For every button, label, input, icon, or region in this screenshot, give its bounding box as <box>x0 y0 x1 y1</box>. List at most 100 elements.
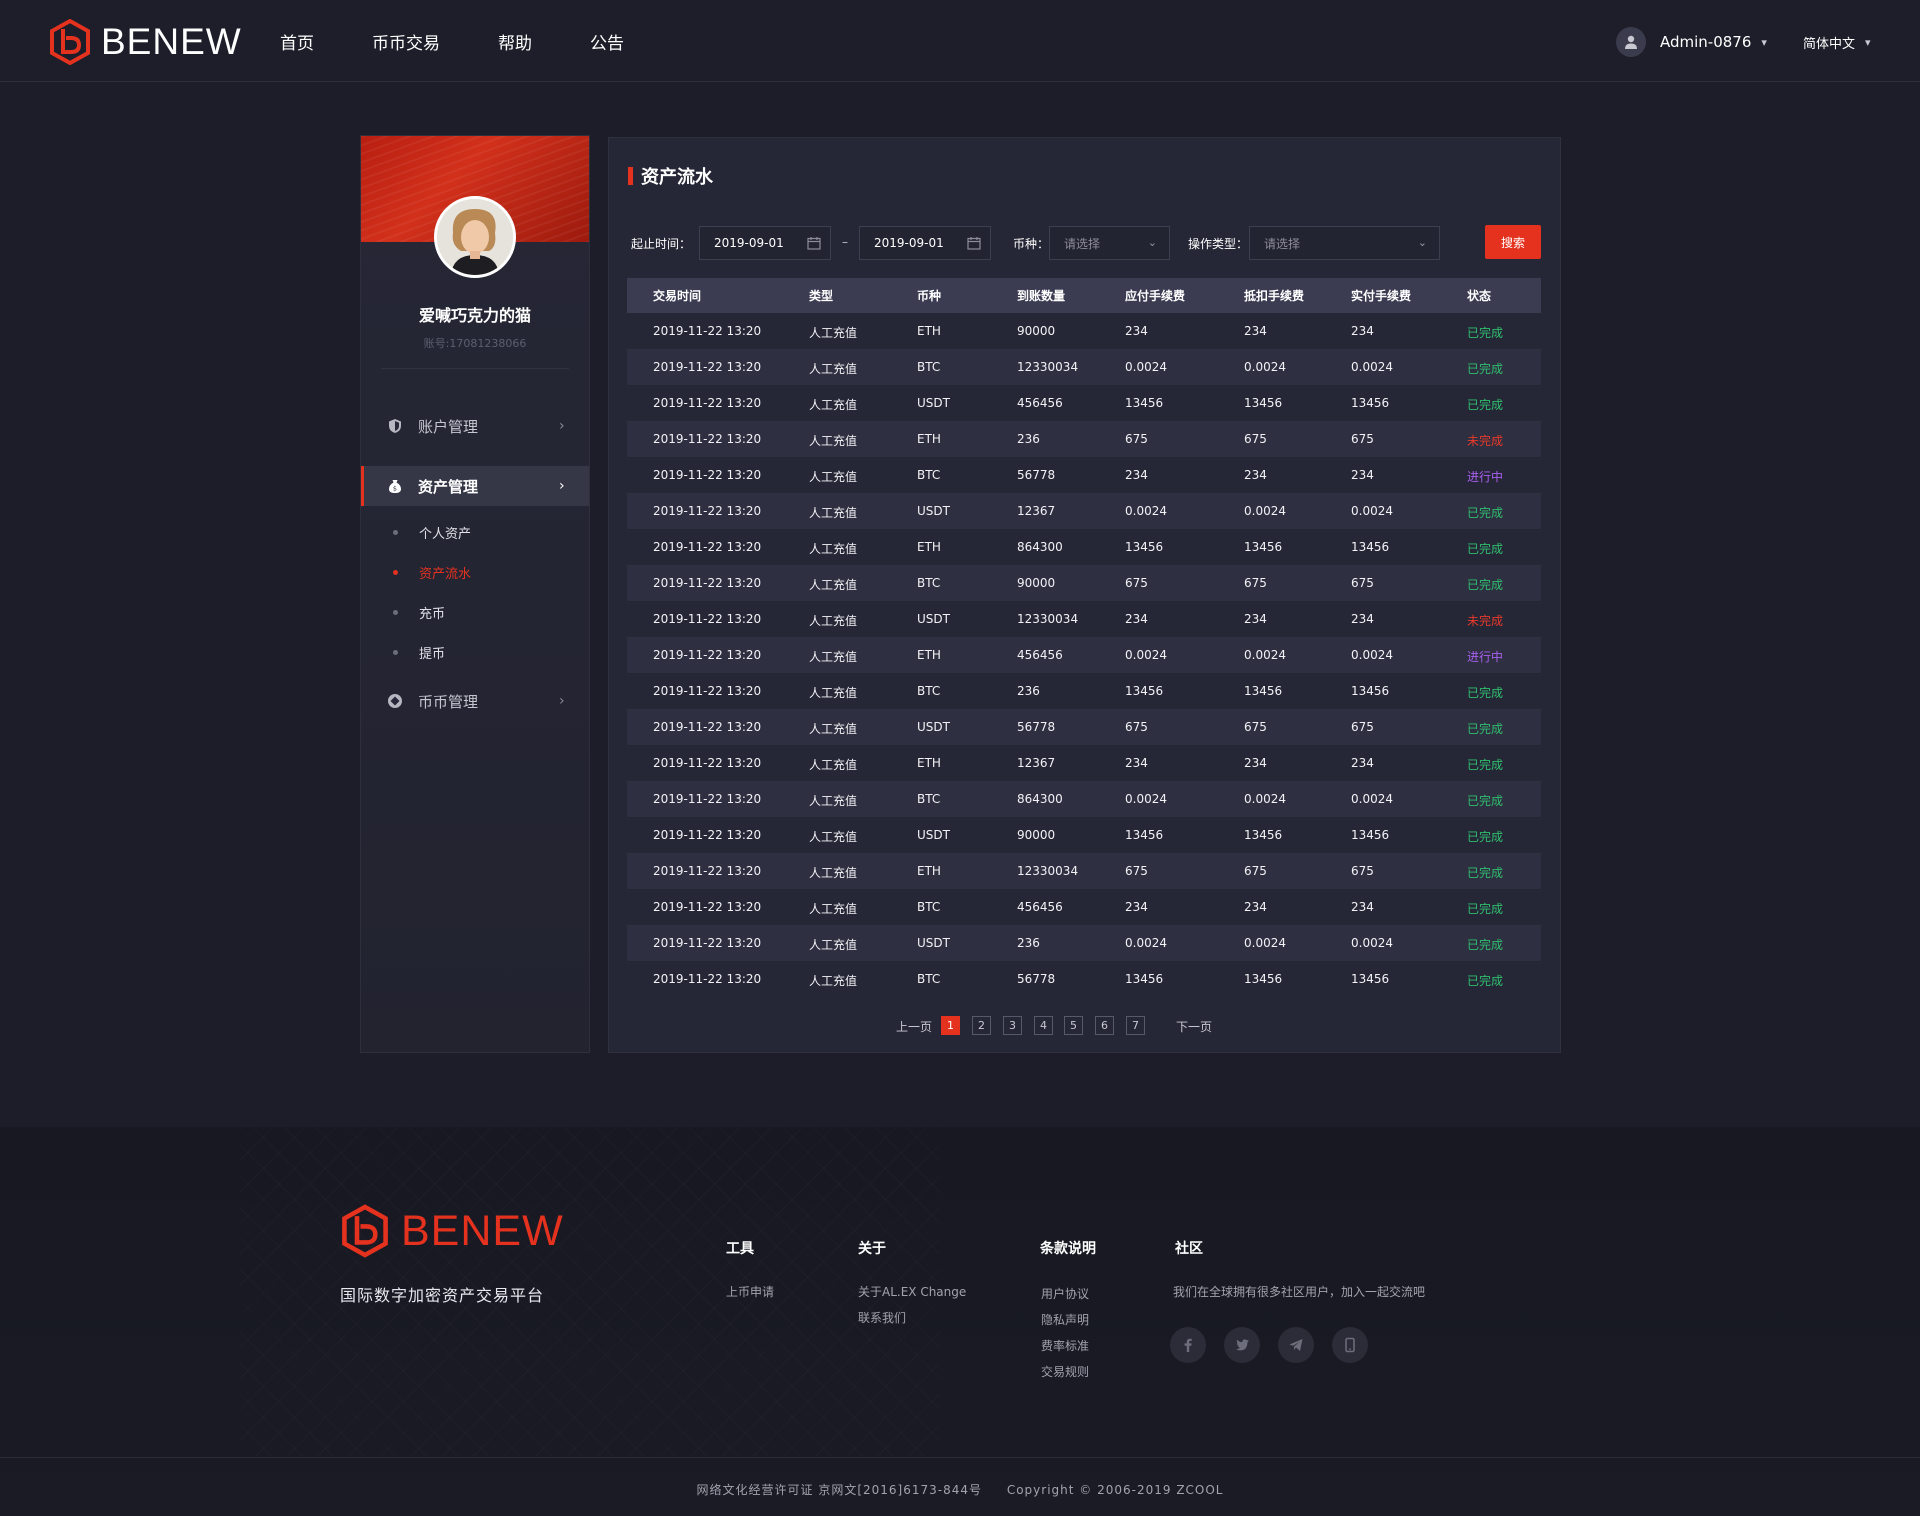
facebook-icon[interactable] <box>1170 1327 1206 1363</box>
table-cell: 2019-11-22 13:20 <box>653 756 762 770</box>
sub-item-asset-flow[interactable]: 资产流水 <box>361 560 589 584</box>
end-date-input[interactable]: 2019-09-01 <box>859 226 991 260</box>
language-select[interactable]: 简体中文 ▾ <box>1803 33 1871 52</box>
page-button[interactable]: 2 <box>972 1016 991 1035</box>
page-button[interactable]: 5 <box>1064 1016 1083 1035</box>
table-cell: 12330034 <box>1017 864 1079 878</box>
panel-title: 资产流水 <box>628 166 713 188</box>
page-button[interactable]: 1 <box>941 1016 960 1035</box>
start-date-input[interactable]: 2019-09-01 <box>699 226 831 260</box>
status-cell: 已完成 <box>1467 974 1504 988</box>
brand-logo[interactable]: BENEW <box>49 19 242 65</box>
table-cell: 234 <box>1244 468 1267 482</box>
table-row: 2019-11-22 13:20 人工充值 USDT 56778 675 675 675 已完… <box>627 709 1541 745</box>
table-cell: 13456 <box>1125 396 1164 410</box>
table-cell: 0.0024 <box>1125 360 1167 374</box>
footer-link[interactable]: 隐私声明 <box>1041 1311 1089 1328</box>
nav-home[interactable]: 首页 <box>280 29 314 54</box>
operation-type-select[interactable]: 请选择 ⌄ <box>1249 226 1440 260</box>
sidebar-item-label: 资产管理 <box>418 477 479 496</box>
telegram-icon[interactable] <box>1278 1327 1314 1363</box>
table-cell: 人工充值 <box>809 830 858 844</box>
table-cell: 0.0024 <box>1244 360 1286 374</box>
page-button[interactable]: 7 <box>1126 1016 1145 1035</box>
bullet-dot <box>393 650 398 655</box>
column-header: 到账数量 <box>1017 289 1066 303</box>
mobile-icon[interactable] <box>1332 1327 1368 1363</box>
table-row: 2019-11-22 13:20 人工充值 BTC 56778 13456 13456 13… <box>627 961 1541 997</box>
page-button[interactable]: 3 <box>1003 1016 1022 1035</box>
page-button[interactable]: 4 <box>1034 1016 1053 1035</box>
page-button[interactable]: 6 <box>1095 1016 1114 1035</box>
status-cell: 已完成 <box>1467 830 1504 844</box>
footer-link[interactable]: 关于AL.EX Change <box>858 1283 966 1300</box>
sidebar-item-label: 币币管理 <box>418 692 479 711</box>
sub-item-withdraw[interactable]: 提币 <box>361 640 589 664</box>
table-cell: 12367 <box>1017 756 1056 770</box>
table-row: 2019-11-22 13:20 人工充值 ETH 12367 234 234 234 已完成 <box>627 745 1541 781</box>
table-cell: 12330034 <box>1017 612 1079 626</box>
sidebar-item-coins[interactable]: 币币管理 › <box>361 681 589 721</box>
search-button[interactable]: 搜索 <box>1485 225 1541 259</box>
footer-link[interactable]: 交易规则 <box>1041 1363 1089 1380</box>
footer-link[interactable]: 联系我们 <box>858 1309 906 1326</box>
table-cell: 人工充值 <box>809 326 858 340</box>
table-cell: 0.0024 <box>1351 792 1393 806</box>
sidebar-item-assets[interactable]: $ 资产管理 › <box>361 466 589 506</box>
table-cell: 0.0024 <box>1351 360 1393 374</box>
sidebar-item-account[interactable]: 账户管理 › <box>361 406 589 446</box>
table-cell: 2019-11-22 13:20 <box>653 360 762 374</box>
user-menu[interactable]: Admin-0876 ▾ <box>1616 27 1767 57</box>
table-cell: BTC <box>917 792 941 806</box>
coin-icon <box>388 694 402 708</box>
table-cell: 56778 <box>1017 972 1056 986</box>
table-cell: 0.0024 <box>1351 648 1393 662</box>
table-cell: BTC <box>917 684 941 698</box>
table-cell: 675 <box>1351 432 1374 446</box>
table-cell: 2019-11-22 13:20 <box>653 828 762 842</box>
table-row: 2019-11-22 13:20 人工充值 ETH 864300 13456 13456 1… <box>627 529 1541 565</box>
footer-link[interactable]: 费率标准 <box>1041 1337 1089 1354</box>
table-row: 2019-11-22 13:20 人工充值 BTC 236 13456 13456 1345… <box>627 673 1541 709</box>
footer-link[interactable]: 用户协议 <box>1041 1285 1089 1302</box>
table-cell: 人工充值 <box>809 686 858 700</box>
table-cell: 56778 <box>1017 468 1056 482</box>
table-cell: 234 <box>1351 324 1374 338</box>
table-cell: 2019-11-22 13:20 <box>653 396 762 410</box>
table-cell: 人工充值 <box>809 974 858 988</box>
status-cell: 已完成 <box>1467 542 1504 556</box>
twitter-icon[interactable] <box>1224 1327 1260 1363</box>
status-cell: 已完成 <box>1467 758 1504 772</box>
date-range-label: 起止时间： <box>631 237 692 251</box>
table-row: 2019-11-22 13:20 人工充值 BTC 12330034 0.0024 0.0… <box>627 349 1541 385</box>
sub-item-personal-assets[interactable]: 个人资产 <box>361 520 589 544</box>
sub-item-label: 充币 <box>419 606 446 622</box>
next-page-button[interactable]: 下一页 <box>1176 1018 1212 1035</box>
table-cell: 2019-11-22 13:20 <box>653 864 762 878</box>
table-row: 2019-11-22 13:20 人工充值 ETH 12330034 675 675 675… <box>627 853 1541 889</box>
table-cell: 236 <box>1017 684 1040 698</box>
table-cell: 12330034 <box>1017 360 1079 374</box>
table-cell: ETH <box>917 540 941 554</box>
table-cell: BTC <box>917 468 941 482</box>
table-cell: 234 <box>1244 612 1267 626</box>
table-cell: 2019-11-22 13:20 <box>653 504 762 518</box>
prev-page-button[interactable]: 上一页 <box>896 1018 932 1035</box>
sub-item-deposit[interactable]: 充币 <box>361 600 589 624</box>
table-cell: 0.0024 <box>1244 792 1286 806</box>
nav-announcement[interactable]: 公告 <box>590 29 624 54</box>
table-cell: 人工充值 <box>809 614 858 628</box>
nav-help[interactable]: 帮助 <box>498 29 532 54</box>
bullet-dot <box>393 530 398 535</box>
operation-type-label: 操作类型： <box>1188 237 1249 251</box>
footer-link[interactable]: 上币申请 <box>726 1283 774 1300</box>
table-cell: ETH <box>917 324 941 338</box>
sub-item-label: 个人资产 <box>419 526 472 542</box>
table-cell: 2019-11-22 13:20 <box>653 324 762 338</box>
nav-trade[interactable]: 币币交易 <box>372 29 440 54</box>
table-cell: 13456 <box>1351 684 1390 698</box>
footer-col-title: 工具 <box>726 1241 754 1257</box>
coin-select[interactable]: 请选择 ⌄ <box>1049 226 1170 260</box>
table-cell: 2019-11-22 13:20 <box>653 720 762 734</box>
table-row: 2019-11-22 13:20 人工充值 ETH 456456 0.0024 0.002… <box>627 637 1541 673</box>
